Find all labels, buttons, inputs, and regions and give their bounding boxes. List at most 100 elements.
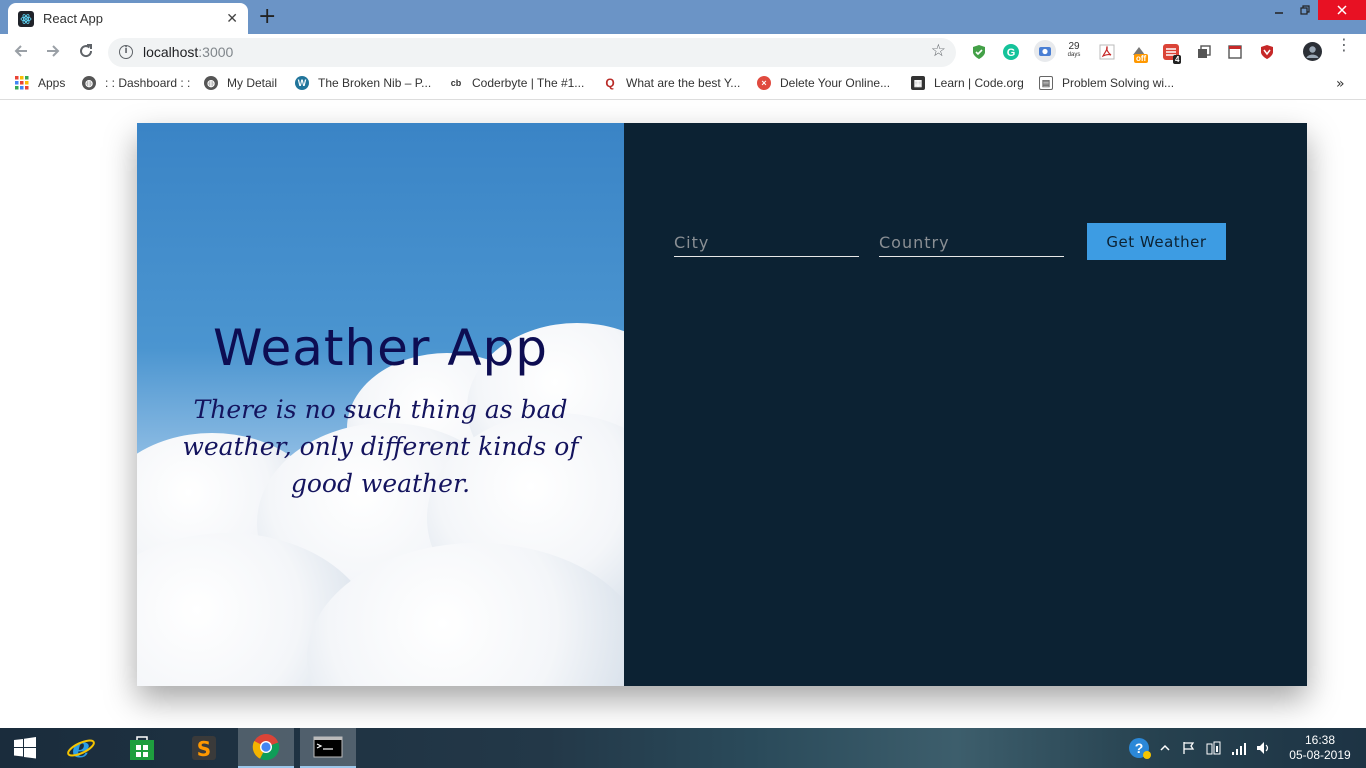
quora-icon: Q	[605, 76, 615, 90]
bookmarks-bar: Apps ◍ : : Dashboard : : ◍ My Detail W T…	[0, 70, 1366, 100]
start-button[interactable]	[0, 728, 50, 768]
minimize-button[interactable]	[1266, 0, 1292, 20]
coderbyte-icon: cb	[450, 78, 462, 88]
grammarly-icon[interactable]: G	[1003, 44, 1019, 60]
bookmark-problem-solving[interactable]: ▤ Problem Solving wi...	[1039, 76, 1174, 90]
url-port: :3000	[198, 44, 234, 60]
page-viewport: Weather App There is no such thing as ba…	[0, 101, 1366, 728]
bookmark-label: Delete Your Online...	[780, 76, 891, 90]
bookmark-broken-nib[interactable]: W The Broken Nib – P...	[295, 76, 431, 90]
close-window-button[interactable]	[1318, 0, 1366, 20]
arrow-left-icon	[14, 45, 27, 57]
network-signal-icon[interactable]	[1231, 728, 1247, 768]
bookmark-label: What are the best Y...	[626, 76, 741, 90]
calendar-extension-icon[interactable]	[1227, 44, 1243, 60]
clock-date: 05-08-2019	[1289, 748, 1351, 762]
internet-explorer-icon: e	[67, 733, 95, 763]
form-panel: Get Weather	[624, 123, 1307, 686]
country-field	[879, 223, 1064, 257]
bookmark-code-org[interactable]: ▦ Learn | Code.org	[911, 76, 1024, 90]
browser-tab[interactable]: React App ✕	[8, 3, 248, 34]
taskbar-chrome[interactable]	[238, 728, 294, 768]
page-icon: ▤	[1039, 76, 1053, 90]
help-tray-icon[interactable]: ?	[1128, 728, 1152, 768]
offer-badge: off	[1134, 54, 1149, 63]
tab-close-icon[interactable]: ✕	[226, 11, 238, 27]
codeorg-icon: ▦	[911, 76, 925, 90]
arrow-right-icon	[47, 45, 60, 57]
store-icon	[130, 736, 154, 760]
wordpress-icon: W	[295, 76, 309, 90]
reload-icon	[80, 44, 93, 58]
address-bar[interactable]: i localhost:3000 ☆	[108, 38, 956, 67]
restore-icon	[1300, 5, 1310, 15]
tab-title: React App	[43, 11, 103, 26]
city-input[interactable]	[674, 223, 859, 256]
volume-icon[interactable]	[1256, 728, 1272, 768]
app-title: Weather App	[212, 319, 549, 377]
country-input[interactable]	[879, 223, 1064, 256]
clock-time: 16:38	[1304, 733, 1336, 747]
bookmark-star-icon[interactable]: ☆	[931, 41, 946, 61]
restore-button[interactable]	[1292, 0, 1318, 20]
bookmark-dashboard[interactable]: ◍ : : Dashboard : :	[82, 76, 190, 90]
chrome-icon	[252, 734, 280, 761]
terminal-icon	[313, 736, 343, 758]
reload-button[interactable]	[76, 42, 96, 62]
camera-extension-icon[interactable]	[1034, 40, 1056, 62]
bookmark-label: The Broken Nib – P...	[318, 76, 432, 90]
minimize-icon	[1275, 12, 1283, 14]
bookmark-label: Problem Solving wi...	[1062, 76, 1175, 90]
bookmark-coderbyte[interactable]: cb Coderbyte | The #1...	[449, 76, 585, 90]
app-quote: There is no such thing as bad weather, o…	[182, 395, 579, 498]
bookmark-delete-online[interactable]: × Delete Your Online...	[757, 76, 890, 90]
days-label: days	[1067, 52, 1081, 58]
globe-icon: ◍	[204, 76, 218, 90]
mcafee-shield-icon[interactable]	[1259, 44, 1275, 60]
taskbar-terminal[interactable]	[300, 728, 356, 768]
tabs-extension-icon[interactable]	[1196, 44, 1212, 60]
close-icon	[1337, 5, 1347, 15]
react-icon	[18, 10, 34, 27]
chevron-right-icon[interactable]: »	[1336, 76, 1345, 92]
bookmark-label: Coderbyte | The #1...	[472, 76, 585, 90]
back-button[interactable]	[11, 42, 31, 62]
bookmark-label: Apps	[38, 76, 66, 90]
browser-titlebar: React App ✕ +	[0, 0, 1366, 34]
url-text[interactable]: localhost:3000	[143, 44, 233, 60]
days-counter-extension[interactable]: 29 days	[1066, 42, 1082, 60]
battery-icon[interactable]	[1206, 728, 1222, 768]
svg-text:e: e	[72, 733, 90, 763]
windows-taskbar: e S ? 16:38 05-08-2019	[0, 728, 1366, 768]
system-clock[interactable]: 16:38 05-08-2019	[1284, 733, 1356, 763]
globe-icon: ◍	[82, 76, 96, 90]
bookmark-apps[interactable]: Apps	[15, 76, 65, 90]
profile-avatar[interactable]	[1303, 42, 1322, 61]
forward-button[interactable]	[43, 42, 63, 62]
get-weather-button[interactable]: Get Weather	[1087, 223, 1226, 260]
bookmark-label: Learn | Code.org	[934, 76, 1024, 90]
taskbar-ie[interactable]: e	[53, 728, 109, 768]
new-tab-button[interactable]: +	[258, 4, 276, 30]
url-host: localhost	[143, 44, 199, 60]
shield-extension-icon[interactable]	[971, 44, 987, 60]
browser-toolbar: i localhost:3000 ☆ G 29 days off 4 ⋮	[0, 34, 1366, 70]
weather-card: Weather App There is no such thing as ba…	[137, 123, 1307, 686]
hero-panel: Weather App There is no such thing as ba…	[137, 123, 624, 686]
svg-text:G: G	[1007, 47, 1016, 59]
bookmark-my-detail[interactable]: ◍ My Detail	[204, 76, 277, 90]
tray-chevron-up-icon[interactable]	[1160, 728, 1170, 768]
red-face-icon: ×	[757, 76, 771, 90]
taskbar-sublime[interactable]: S	[176, 728, 232, 768]
flag-icon[interactable]	[1182, 728, 1196, 768]
taskbar-store[interactable]	[114, 728, 170, 768]
bookmark-label: My Detail	[227, 76, 278, 90]
sublime-text-icon: S	[192, 736, 216, 761]
info-icon[interactable]: i	[119, 45, 133, 59]
bookmark-label: : : Dashboard : :	[105, 76, 191, 90]
pdf-extension-icon[interactable]	[1099, 44, 1115, 60]
bookmark-quora[interactable]: Q What are the best Y...	[603, 76, 740, 90]
menu-dots-icon[interactable]: ⋮	[1336, 37, 1352, 53]
count-badge: 4	[1173, 55, 1182, 64]
apps-grid-icon	[15, 76, 29, 90]
